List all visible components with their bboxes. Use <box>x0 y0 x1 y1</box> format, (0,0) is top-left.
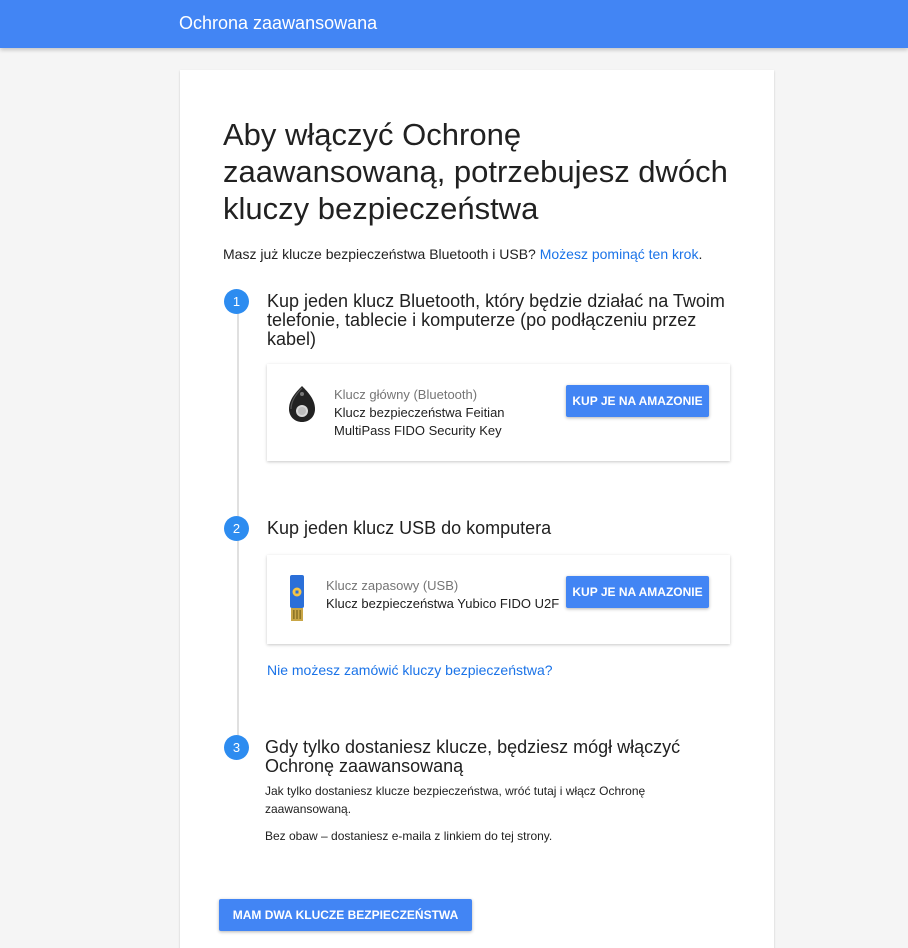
main-card: Aby włączyć Ochronę zaawansowaną, potrze… <box>180 70 774 948</box>
skip-step-link[interactable]: Możesz pominąć ten krok <box>540 246 699 262</box>
app-title: Ochrona zaawansowana <box>179 13 378 33</box>
product-card-usb: Klucz zapasowy (USB) Klucz bezpieczeństw… <box>267 555 730 644</box>
step-3-note: Bez obaw – dostaniesz e-maila z linkiem … <box>265 829 553 843</box>
step-1-number: 1 <box>224 289 249 314</box>
step-3-description: Jak tylko dostaniesz klucze bezpieczeńst… <box>265 784 646 816</box>
have-two-keys-button[interactable]: MAM DWA KLUCZE BEZPIECZEŃSTWA <box>219 899 472 931</box>
buy-on-amazon-button[interactable]: KUP JE NA AMAZONIE <box>566 385 709 417</box>
product-subtitle: Klucz główny (Bluetooth) <box>334 387 478 402</box>
step-3-title: Gdy tylko dostaniesz klucze, będziesz mó… <box>265 737 681 776</box>
intro-question: Masz już klucze bezpieczeństwa Bluetooth… <box>223 246 540 262</box>
usb-key-icon <box>290 575 304 621</box>
step-3-number: 3 <box>224 735 249 760</box>
bluetooth-key-icon <box>289 386 315 422</box>
product-name: Klucz bezpieczeństwa Feitian MultiPass F… <box>334 405 505 438</box>
step-2-number: 2 <box>224 516 249 541</box>
product-card-bluetooth: Klucz główny (Bluetooth) Klucz bezpiecze… <box>267 364 730 461</box>
intro-suffix: . <box>698 246 703 262</box>
cant-order-keys-link[interactable]: Nie możesz zamówić kluczy bezpieczeństwa… <box>267 662 553 678</box>
product-name: Klucz bezpieczeństwa Yubico FIDO U2F <box>326 596 560 611</box>
step-2-title: Kup jeden klucz USB do komputera <box>267 518 552 538</box>
step-1-title: Kup jeden klucz Bluetooth, który będzie … <box>267 291 725 349</box>
top-app-bar: Ochrona zaawansowana <box>0 0 908 48</box>
buy-on-amazon-button[interactable]: KUP JE NA AMAZONIE <box>566 576 709 608</box>
intro-text: Masz już klucze bezpieczeństwa Bluetooth… <box>223 246 702 262</box>
product-subtitle: Klucz zapasowy (USB) <box>326 578 459 593</box>
page-headline: Aby włączyć Ochronę zaawansowaną, potrze… <box>223 117 728 226</box>
